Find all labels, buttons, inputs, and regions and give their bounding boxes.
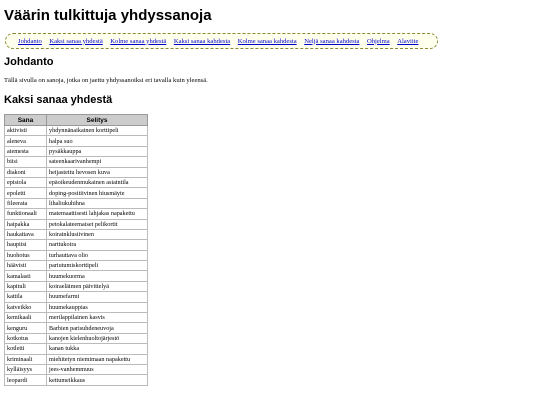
word-cell: kriminaali — [4, 353, 47, 366]
intro-text: Tällä sivulla on sanoja, jotka on jaettu… — [4, 77, 208, 84]
word-cell: fileerata — [4, 197, 47, 210]
explanation-cell: koiraeläimen päivittelyä — [46, 280, 148, 293]
word-cell: funktionaali — [4, 208, 47, 220]
word-cell: leopardi — [4, 374, 47, 386]
word-table-container: Sana Selitys aktivisti yhdynnänaikainen k… — [4, 114, 148, 386]
word-cell: kamalasti — [4, 270, 47, 282]
explanation-cell: turhauttava olio — [46, 249, 148, 262]
word-cell: kenguru — [4, 322, 47, 334]
word-cell: häävisti — [4, 260, 47, 272]
table-row: kotkotus kanojen kielenhuoltojärjestö — [4, 332, 148, 345]
table-row: kriminaali miehitetyn niemimaan napakettu — [4, 353, 148, 366]
table-row: kapituli koiraeläimen päivittelyä — [4, 280, 148, 293]
explanation-cell: merilappilainen kasvis — [46, 312, 148, 324]
word-cell: aleneva — [4, 135, 47, 147]
column-header-explanation: Selitys — [46, 114, 148, 126]
table-row: katveikko huumekauppias — [4, 301, 148, 314]
table-row: haukattava koirainklusiivinen — [4, 228, 148, 241]
table-row: epoletti doping-positiivinen hiusmäyte — [4, 187, 148, 199]
nav-link-kolme-sanaa-kahdesta[interactable]: Kolme sanaa kahdesta — [238, 38, 297, 45]
table-row: kattila huumefarmi — [4, 291, 148, 303]
nav-link-alaviite[interactable]: Alaviite — [397, 38, 418, 45]
table-row: biisi sateenkaarivanhempi — [4, 156, 148, 168]
explanation-cell: koirainklusiivinen — [46, 228, 148, 241]
page-title: Väärin tulkittuja yhdyssanoja — [4, 7, 212, 24]
table-row: aiemesta pysäkkauppa — [4, 145, 148, 158]
word-cell: kotkotus — [4, 332, 47, 345]
explanation-cell: pysäkkauppa — [46, 145, 148, 158]
explanation-cell: kanan tukka — [46, 343, 148, 355]
word-cell: epoletti — [4, 187, 47, 199]
word-cell: kotletti — [4, 343, 47, 355]
word-cell: biisi — [4, 156, 47, 168]
word-cell: haukattava — [4, 228, 47, 241]
table-row: epistola epäoikeudenmukainen asiaintila — [4, 176, 148, 189]
section-heading: Kaksi sanaa yhdestä — [4, 94, 113, 106]
word-cell: aktivisti — [4, 124, 47, 137]
explanation-cell: epäoikeudenmukainen asiaintila — [46, 176, 148, 189]
table-row: haipakka petokalateemaiset pelikortit — [4, 218, 148, 230]
table-row: funktionaali matemaattisesti lahjakas nap… — [4, 208, 148, 220]
table-row: kylläisyys jees-vanhemmuus — [4, 363, 148, 376]
explanation-cell: kanojen kielenhuoltojärjestö — [46, 332, 148, 345]
nav-link-johdanto[interactable]: Johdanto — [18, 38, 42, 45]
table-row: diakoni heijastettu hevosen kuva — [4, 166, 148, 178]
word-table: Sana Selitys aktivisti yhdynnänaikainen k… — [4, 114, 148, 386]
word-cell: diakoni — [4, 166, 47, 178]
word-cell: kapituli — [4, 280, 47, 293]
column-header-word: Sana — [4, 114, 47, 126]
explanation-cell: petokalateemaiset pelikortit — [46, 218, 148, 230]
explanation-cell: huumefarmi — [46, 291, 148, 303]
word-cell: haupitsi — [4, 239, 47, 251]
page: Väärin tulkittuja yhdyssanoja Johdanto K… — [0, 0, 540, 405]
explanation-cell: lihaliukuhihna — [46, 197, 148, 210]
explanation-cell: heijastettu hevosen kuva — [46, 166, 148, 178]
explanation-cell: jees-vanhemmuus — [46, 363, 148, 376]
explanation-cell: matemaattisesti lahjakas napakettu — [46, 208, 148, 220]
table-header-row: Sana Selitys — [4, 114, 148, 126]
nav-link-kaksi-sanaa-kahdesta[interactable]: Kaksi sanaa kahdesta — [174, 38, 230, 45]
nav-link-kolme-sanaa-yhdesta[interactable]: Kolme sanaa yhdestä — [110, 38, 166, 45]
word-cell: katveikko — [4, 301, 47, 314]
explanation-cell: pariutumiskorttipeli — [46, 260, 148, 272]
word-cell: aiemesta — [4, 145, 47, 158]
table-row: kemikaali merilappilainen kasvis — [4, 312, 148, 324]
explanation-cell: huumekuorma — [46, 270, 148, 282]
table-row: kotletti kanan tukka — [4, 343, 148, 355]
explanation-cell: narttukoira — [46, 239, 148, 251]
table-row: kenguru Barbien parisuhdeneuvoja — [4, 322, 148, 334]
explanation-cell: sateenkaarivanhempi — [46, 156, 148, 168]
explanation-cell: halpa suo — [46, 135, 148, 147]
explanation-cell: Barbien parisuhdeneuvoja — [46, 322, 148, 334]
explanation-cell: yhdynnänaikainen korttipeli — [46, 124, 148, 137]
nav-link-ohjelma[interactable]: Ohjelma — [367, 38, 390, 45]
nav-link-nelja-sanaa-kahdesta[interactable]: Neljä sanaa kahdesta — [304, 38, 359, 45]
explanation-cell: huumekauppias — [46, 301, 148, 314]
explanation-cell: doping-positiivinen hiusmäyte — [46, 187, 148, 199]
word-cell: kemikaali — [4, 312, 47, 324]
intro-heading: Johdanto — [4, 56, 54, 68]
word-cell: kylläisyys — [4, 363, 47, 376]
table-row: leopardi kettumeikkaus — [4, 374, 148, 386]
navigation-bar: Johdanto Kaksi sanaa yhdestä Kolme sanaa… — [5, 33, 438, 49]
word-cell: huohotus — [4, 249, 47, 262]
word-cell: haipakka — [4, 218, 47, 230]
table-row: kamalasti huumekuorma — [4, 270, 148, 282]
table-row: huohotus turhauttava olio — [4, 249, 148, 262]
table-row: häävisti pariutumiskorttipeli — [4, 260, 148, 272]
word-cell: epistola — [4, 176, 47, 189]
word-cell: kattila — [4, 291, 47, 303]
explanation-cell: miehitetyn niemimaan napakettu — [46, 353, 148, 366]
nav-link-kaksi-sanaa-yhdesta[interactable]: Kaksi sanaa yhdestä — [49, 38, 102, 45]
table-row: aktivisti yhdynnänaikainen korttipeli — [4, 124, 148, 137]
table-row: fileerata lihaliukuhihna — [4, 197, 148, 210]
table-row: aleneva halpa suo — [4, 135, 148, 147]
table-row: haupitsi narttukoira — [4, 239, 148, 251]
explanation-cell: kettumeikkaus — [46, 374, 148, 386]
